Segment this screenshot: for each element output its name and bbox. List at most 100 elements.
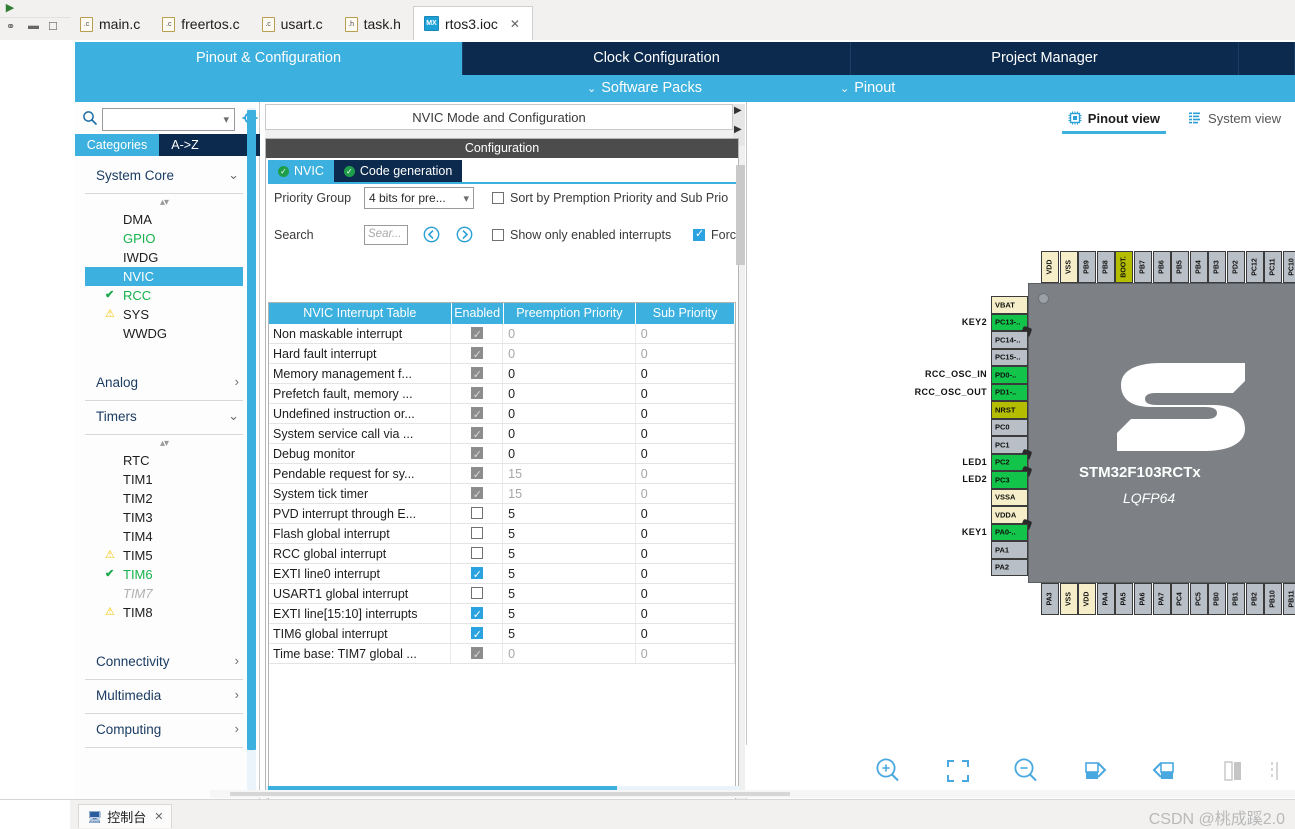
editor-tab-rtos3-ioc[interactable]: MX rtos3.ioc ✕	[412, 6, 533, 40]
sidebar-item-tim8[interactable]: ⚠ TIM8	[85, 603, 243, 622]
chip-pin-PB1[interactable]: PB1	[1227, 583, 1245, 615]
mx-tab-project-manager[interactable]: Project Manager	[851, 42, 1239, 75]
chip-pin-PA7[interactable]: PA7	[1152, 583, 1171, 615]
chip-pin-PC11[interactable]: PC11	[1264, 251, 1283, 283]
table-row[interactable]: EXTI line0 interrupt 50	[269, 564, 735, 585]
minimize-icon[interactable]: ▬	[28, 20, 39, 32]
table-row[interactable]: PVD interrupt through E... 5 0	[269, 504, 735, 524]
chip-pin-PB11[interactable]: PB11	[1282, 583, 1295, 615]
tab-a-to-z[interactable]: A->Z	[159, 134, 211, 156]
enabled-checkbox[interactable]	[470, 465, 483, 485]
tab-code-generation[interactable]: ✓ Code generation	[333, 160, 463, 182]
chip-pin-PA2[interactable]: PA2	[991, 558, 1028, 576]
chip-pin-PC0[interactable]: PC0	[991, 418, 1028, 436]
enabled-cell[interactable]	[451, 424, 504, 445]
sidebar-item-iwdg[interactable]: IWDG	[85, 248, 243, 267]
preemption-priority-cell[interactable]: 5	[503, 604, 636, 623]
sub-priority-cell[interactable]: 0	[636, 484, 735, 503]
preemption-priority-cell[interactable]: 5	[503, 564, 636, 583]
table-row[interactable]: System tick timer 150	[269, 484, 735, 505]
enabled-checkbox[interactable]	[470, 445, 483, 465]
sidebar-item-tim6[interactable]: ✔ TIM6	[85, 565, 243, 584]
close-icon[interactable]: ✕	[510, 17, 520, 31]
column-header-sub-priority[interactable]: Sub Priority	[636, 303, 735, 324]
enabled-checkbox[interactable]	[470, 405, 483, 425]
column-header-preemption-priority[interactable]: Preemption Priority	[504, 303, 637, 324]
sub-priority-cell[interactable]: 0	[636, 444, 735, 463]
preemption-priority-cell[interactable]: 0	[503, 404, 636, 423]
sidebar-item-sys[interactable]: ⚠ SYS	[85, 305, 243, 324]
chip-pin-PB4[interactable]: PB4	[1189, 251, 1208, 283]
mx-tab-clock-configuration[interactable]: Clock Configuration	[463, 42, 851, 75]
sub-priority-cell[interactable]: 0	[636, 584, 735, 603]
ip-group-multimedia[interactable]: Multimedia ›	[85, 680, 243, 714]
enabled-cell[interactable]	[451, 324, 504, 345]
chip-pin-PB0[interactable]: PB0	[1208, 583, 1227, 615]
sidebar-item-dma[interactable]: DMA	[85, 210, 243, 229]
sidebar-item-tim2[interactable]: TIM2	[85, 489, 243, 508]
chip-pin-PB9[interactable]: PB9	[1078, 251, 1097, 283]
search-next-icon[interactable]	[456, 226, 473, 243]
nvic-vscrollbar[interactable]	[736, 165, 745, 265]
ip-group-connectivity[interactable]: Connectivity ›	[85, 646, 243, 680]
chip-pin-PB8[interactable]: PB8	[1096, 251, 1115, 283]
chip-pin-VSSA[interactable]: VSSA	[991, 488, 1028, 506]
enabled-cell[interactable]	[451, 584, 504, 603]
pinout-menu[interactable]: ⌄ Pinout	[840, 75, 895, 102]
preemption-priority-cell[interactable]: 15	[503, 464, 636, 483]
table-row[interactable]: RCC global interrupt 5 0	[269, 544, 735, 564]
chip-pin-PA1[interactable]: PA1	[991, 541, 1028, 559]
sub-priority-cell[interactable]: 0	[636, 464, 735, 483]
scroll-spinner-icon[interactable]: ▴▾	[75, 196, 253, 210]
chip-pin-PA4[interactable]: PA4	[1096, 583, 1115, 615]
chip-body[interactable]: STM32F103RCTx LQFP64	[1028, 283, 1295, 583]
table-row[interactable]: Time base: TIM7 global ... 00	[269, 644, 735, 665]
force-checkbox[interactable]	[693, 227, 705, 241]
enabled-cell[interactable]	[451, 344, 504, 365]
show-only-enabled-checkbox[interactable]	[492, 229, 504, 241]
sub-priority-cell[interactable]: 0	[636, 404, 735, 423]
close-icon[interactable]: ✕	[154, 810, 163, 823]
chip-pin-PC4[interactable]: PC4	[1171, 583, 1190, 615]
editor-tab-main-c[interactable]: .c main.c	[70, 8, 153, 40]
sub-priority-cell[interactable]: 0	[636, 624, 735, 643]
sidebar-item-gpio[interactable]: GPIO	[85, 229, 243, 248]
column-header-nvic-interrupt-table[interactable]: NVIC Interrupt Table	[269, 303, 452, 324]
enabled-checkbox[interactable]	[470, 425, 483, 445]
editor-tab-freertos-c[interactable]: .c freertos.c	[152, 8, 252, 40]
preemption-priority-cell[interactable]: 5	[503, 624, 636, 643]
table-row[interactable]: Hard fault interrupt 00	[269, 344, 735, 365]
chip-pin-PB7[interactable]: PB7	[1134, 251, 1152, 283]
search-prev-icon[interactable]	[423, 226, 440, 243]
tab-categories[interactable]: Categories	[75, 134, 159, 156]
enabled-checkbox[interactable]	[470, 547, 483, 559]
chip-pin-PA3[interactable]: PA3	[1041, 583, 1059, 615]
fit-to-screen-icon[interactable]	[941, 754, 975, 788]
sidebar-item-tim3[interactable]: TIM3	[85, 508, 243, 527]
chip-pin-VSS[interactable]: VSS	[1059, 251, 1078, 283]
enabled-cell[interactable]	[451, 604, 504, 625]
enabled-checkbox[interactable]	[470, 385, 483, 405]
enabled-cell[interactable]	[451, 484, 504, 505]
table-row[interactable]: EXTI line[15:10] interrupts 50	[269, 604, 735, 625]
enabled-cell[interactable]	[451, 404, 504, 425]
chip-pin-PB2[interactable]: PB2	[1245, 583, 1264, 615]
enabled-checkbox[interactable]	[470, 527, 483, 539]
sub-priority-cell[interactable]: 0	[636, 524, 735, 543]
chip-pin-PA6[interactable]: PA6	[1134, 583, 1152, 615]
table-row[interactable]: Pendable request for sy... 150	[269, 464, 735, 485]
chip-pin-PC3[interactable]: PC3	[991, 471, 1028, 489]
enabled-checkbox[interactable]	[470, 565, 483, 585]
enabled-cell[interactable]	[451, 364, 504, 385]
enabled-checkbox[interactable]	[470, 605, 483, 625]
run-icon[interactable]: ▶	[2, 1, 18, 16]
priority-group-select[interactable]: 4 bits for pre... ▾	[364, 187, 474, 209]
table-row[interactable]: Debug monitor 00	[269, 444, 735, 465]
sidebar-item-nvic[interactable]: NVIC	[85, 267, 243, 286]
sidebar-item-tim5[interactable]: ⚠ TIM5	[85, 546, 243, 565]
editor-tab-usart-c[interactable]: .c usart.c	[251, 8, 335, 40]
enabled-cell[interactable]	[451, 624, 504, 645]
enabled-checkbox[interactable]	[470, 345, 483, 365]
chip-pin-PA5[interactable]: PA5	[1115, 583, 1134, 615]
table-row[interactable]: Non maskable interrupt 00	[269, 324, 735, 345]
